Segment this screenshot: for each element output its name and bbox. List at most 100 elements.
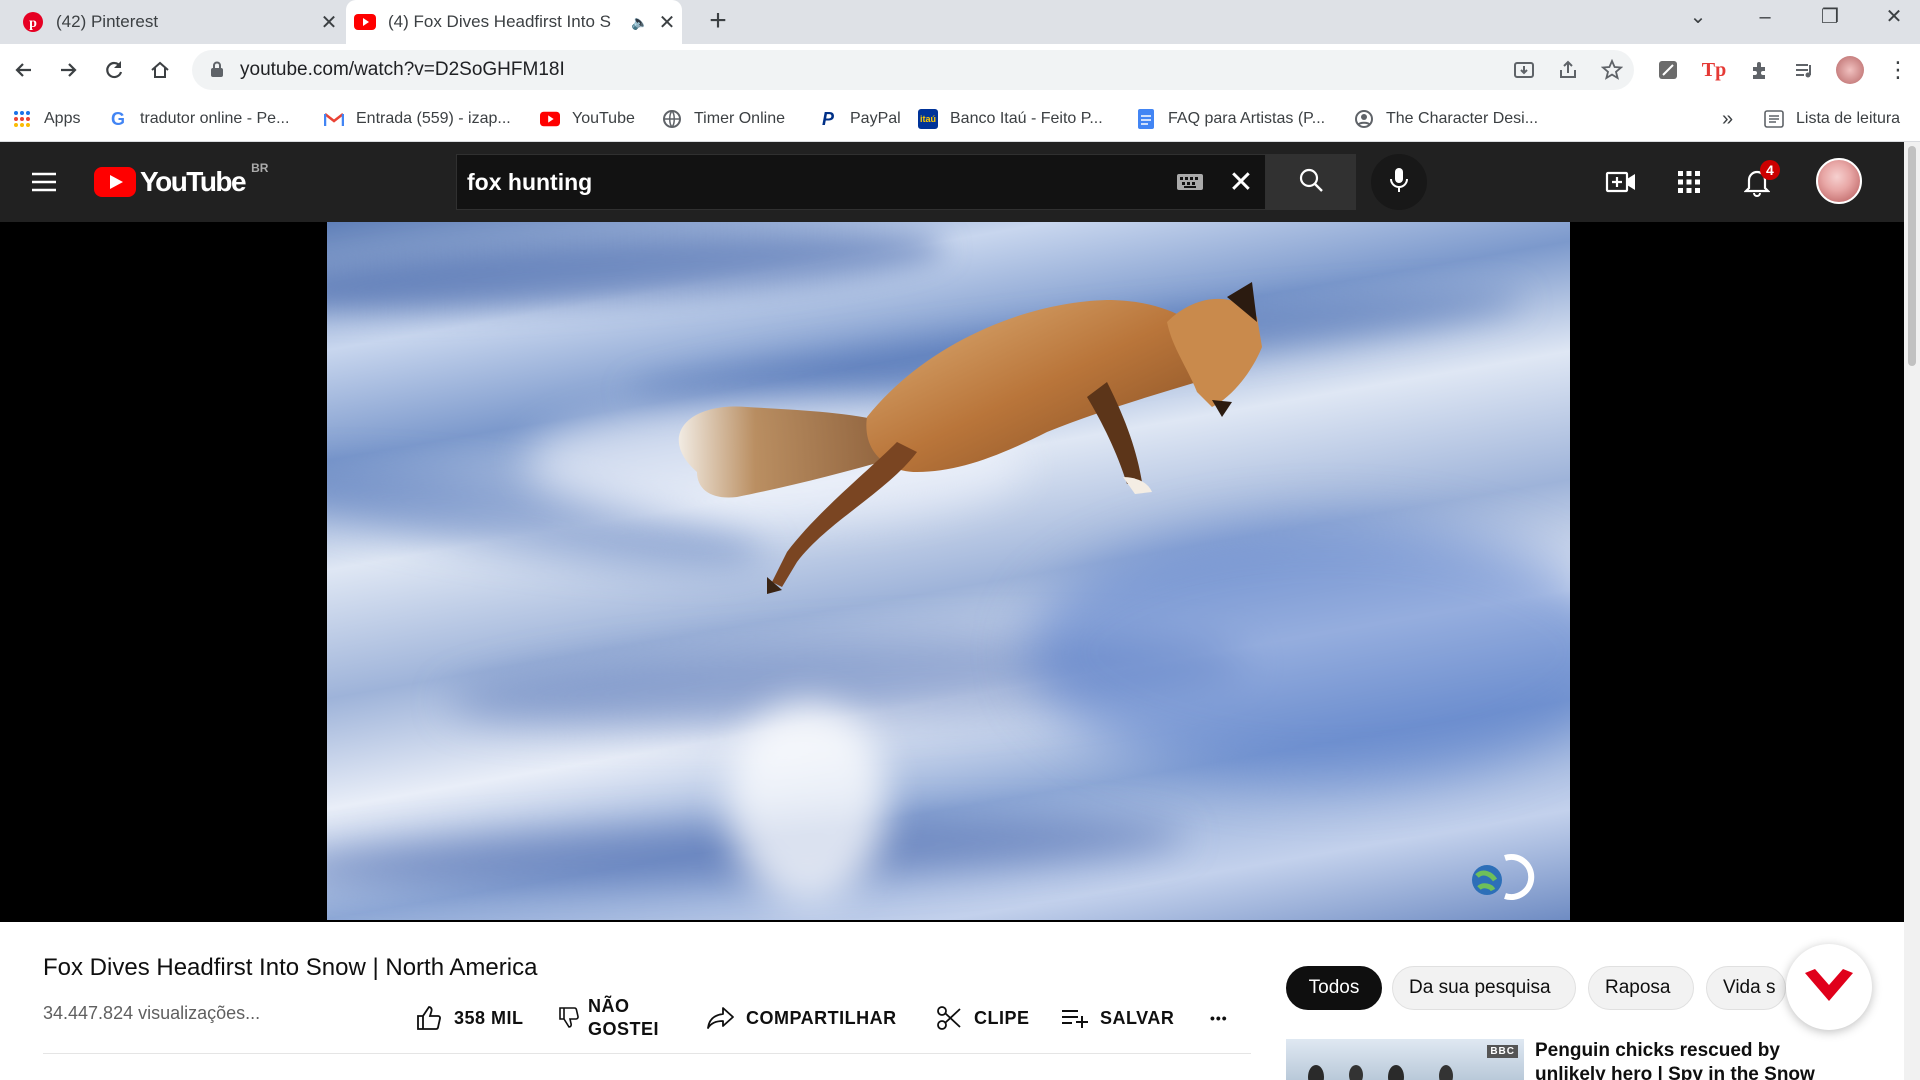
tab-title: (42) Pinterest	[56, 12, 159, 31]
profile-avatar-icon[interactable]	[1832, 52, 1868, 88]
share-label: COMPARTILHAR	[746, 1007, 897, 1028]
extension-pdf-icon[interactable]	[1650, 52, 1686, 88]
keyboard-icon[interactable]	[1163, 173, 1217, 191]
chip-raposa[interactable]: Raposa	[1588, 966, 1694, 1010]
speaker-icon[interactable]: 🔈	[628, 14, 652, 31]
view-count[interactable]: 34.447.824 visualizações...	[43, 1003, 260, 1024]
chip-da-sua-pesquisa[interactable]: Da sua pesquisa	[1392, 966, 1576, 1010]
home-button[interactable]	[142, 52, 178, 88]
share-arrow-icon	[706, 1003, 736, 1033]
more-actions-button[interactable]: •••	[1210, 990, 1228, 1046]
chrome-menu-icon[interactable]: ⋮	[1880, 52, 1916, 88]
search-query[interactable]: fox hunting	[457, 169, 1163, 196]
recommended-video-thumbnail[interactable]: BBC	[1286, 1039, 1524, 1080]
bookmark-paypal[interactable]: P PayPal	[818, 96, 901, 142]
bookmark-label: tradutor online - Pe...	[140, 110, 290, 127]
clip-label: CLIPE	[974, 1007, 1030, 1028]
install-icon[interactable]	[1502, 60, 1546, 80]
reading-list-label: Lista de leitura	[1796, 110, 1901, 127]
forward-button[interactable]	[50, 52, 86, 88]
close-icon[interactable]: ✕	[652, 10, 682, 35]
tab-search-chevron-icon[interactable]: ⌄	[1668, 0, 1728, 34]
recommended-video-title[interactable]: Penguin chicks rescued by unlikely hero …	[1535, 1039, 1835, 1080]
save-button[interactable]: SALVAR	[1060, 990, 1174, 1046]
new-tab-button[interactable]: +	[700, 4, 736, 40]
video-title: Fox Dives Headfirst Into Snow | North Am…	[43, 954, 538, 981]
extension-tp-icon[interactable]: Tp	[1696, 52, 1732, 88]
close-icon[interactable]: ✕	[314, 10, 344, 35]
browser-toolbar: youtube.com/watch?v=D2SoGHFM18I Tp ⋮	[0, 44, 1920, 96]
bookmark-tradutor[interactable]: G tradutor online - Pe...	[108, 96, 289, 142]
bookmark-label: FAQ para Artistas (P...	[1168, 110, 1326, 127]
site-icon	[1354, 109, 1374, 129]
reading-list-button[interactable]: Lista de leitura	[1764, 96, 1900, 142]
youtube-icon	[354, 11, 376, 33]
paypal-icon: P	[821, 108, 834, 129]
bookmark-label: YouTube	[572, 110, 635, 127]
search-input[interactable]: fox hunting ✕	[456, 154, 1266, 210]
like-count: 358 MIL	[454, 1007, 524, 1028]
bookmark-label: Banco Itaú - Feito P...	[950, 110, 1103, 127]
dislike-label-line1: NÃO	[588, 996, 630, 1016]
video-player[interactable]	[327, 222, 1570, 920]
bookmarks-overflow-button[interactable]: »	[1722, 96, 1733, 142]
channel-watermark-icon	[1467, 850, 1537, 900]
bookmarks-bar: Apps G tradutor online - Pe... Entrada (…	[0, 96, 1920, 142]
metadata-divider	[43, 1053, 1251, 1054]
clip-button[interactable]: CLIPE	[934, 990, 1030, 1046]
tab-pinterest[interactable]: p (42) Pinterest ✕	[14, 0, 344, 44]
restore-button[interactable]: ❐	[1800, 0, 1860, 34]
bookmark-label: Timer Online	[694, 110, 785, 127]
youtube-wordmark: YouTube	[140, 166, 247, 197]
browser-tab-strip: p (42) Pinterest ✕ (4) Fox Dives Headfir…	[0, 0, 1920, 44]
bookmark-timer-online[interactable]: Timer Online	[662, 96, 785, 142]
close-window-button[interactable]: ✕	[1864, 0, 1920, 34]
lock-icon[interactable]	[210, 61, 230, 80]
voice-search-button[interactable]	[1371, 154, 1427, 210]
thumbs-up-icon	[414, 1003, 444, 1033]
like-button[interactable]: 358 MIL	[414, 990, 524, 1046]
youtube-logo[interactable]: YouTube BR	[94, 161, 268, 200]
share-button[interactable]: COMPARTILHAR	[706, 990, 897, 1046]
bookmark-faq-artistas[interactable]: FAQ para Artistas (P...	[1136, 96, 1325, 142]
address-bar[interactable]: youtube.com/watch?v=D2SoGHFM18I	[192, 50, 1634, 90]
youtube-play-logo-icon	[94, 167, 136, 197]
notification-count-badge: 4	[1760, 160, 1780, 180]
chip-vida-selvagem[interactable]: Vida s	[1706, 966, 1786, 1010]
back-button[interactable]	[6, 52, 42, 88]
svg-text:p: p	[29, 16, 37, 31]
apps-grid-icon[interactable]	[1669, 162, 1709, 202]
media-control-icon[interactable]	[1786, 52, 1822, 88]
scissors-icon	[934, 1003, 964, 1033]
dislike-label-line2: GOSTEI	[588, 1019, 660, 1039]
dislike-button[interactable]: NÃO GOSTEI	[558, 990, 659, 1046]
page-scrollbar[interactable]	[1904, 142, 1920, 1080]
floating-extension-button[interactable]	[1786, 944, 1872, 1030]
bookmark-apps[interactable]: Apps	[12, 96, 80, 142]
chip-todos[interactable]: Todos	[1286, 966, 1382, 1010]
bookmark-youtube[interactable]: YouTube	[540, 96, 635, 142]
youtube-masthead: YouTube BR fox hunting ✕	[0, 142, 1904, 222]
extensions-puzzle-icon[interactable]	[1742, 52, 1778, 88]
bookmark-star-icon[interactable]	[1590, 59, 1634, 81]
create-video-icon[interactable]	[1601, 162, 1641, 202]
bookmark-gmail[interactable]: Entrada (559) - izap...	[324, 96, 511, 142]
hamburger-menu-icon[interactable]	[26, 164, 62, 200]
bookmark-character-design[interactable]: The Character Desi...	[1354, 96, 1538, 142]
account-avatar[interactable]	[1816, 158, 1862, 204]
scrollbar-thumb[interactable]	[1908, 146, 1916, 366]
clear-search-icon[interactable]: ✕	[1217, 165, 1265, 200]
docs-icon	[1136, 109, 1156, 129]
bookmark-label: PayPal	[850, 110, 901, 127]
url-text[interactable]: youtube.com/watch?v=D2SoGHFM18I	[240, 59, 1502, 81]
vivaldi-logo-icon	[1803, 967, 1855, 1008]
share-icon[interactable]	[1546, 60, 1590, 80]
minimize-button[interactable]: –	[1735, 0, 1795, 34]
search-button[interactable]	[1266, 154, 1356, 210]
reload-button[interactable]	[96, 52, 132, 88]
tab-title: (4) Fox Dives Headfirst Into S	[388, 12, 611, 31]
globe-icon	[662, 109, 682, 129]
bookmark-itau[interactable]: itaú Banco Itaú - Feito P...	[918, 96, 1103, 142]
tab-youtube-video[interactable]: (4) Fox Dives Headfirst Into S 🔈 ✕	[346, 0, 682, 44]
youtube-icon	[540, 109, 560, 129]
